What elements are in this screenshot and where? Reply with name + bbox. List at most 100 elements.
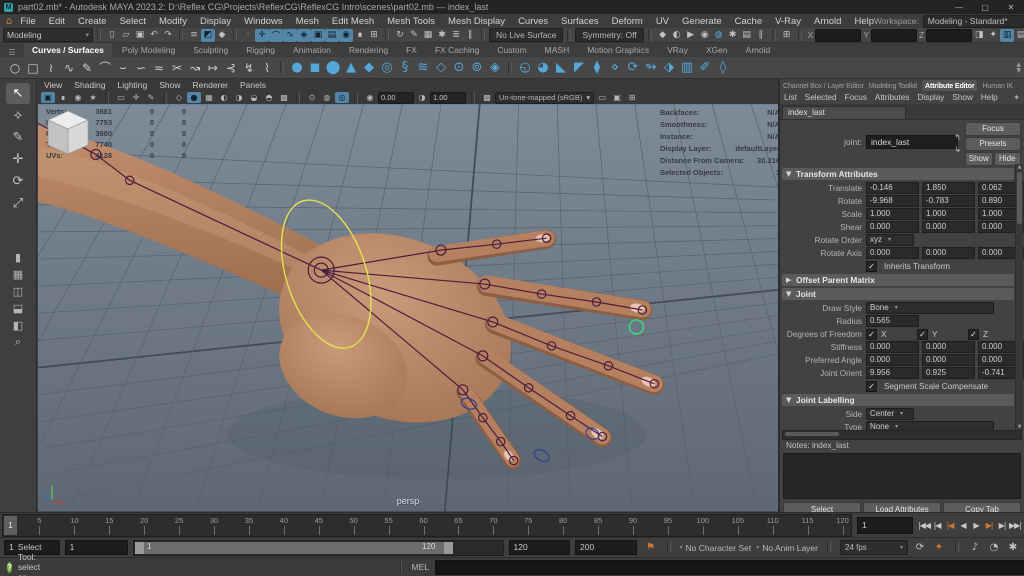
shelf-tab-fx-caching[interactable]: FX Caching	[427, 43, 487, 57]
layout-persp-graph-icon[interactable]: ⬓	[6, 300, 30, 316]
gamma-icon[interactable]: ◑	[415, 92, 429, 103]
menu-mesh[interactable]: Mesh	[296, 16, 319, 27]
sculpt-surface-icon[interactable]: ✐	[696, 59, 714, 77]
ae-menu-help[interactable]: Help	[981, 93, 998, 102]
multisample-icon[interactable]: ▩	[277, 92, 291, 103]
nurbs-cube-icon[interactable]: ◼	[306, 59, 324, 77]
presets-button[interactable]: Presets	[965, 137, 1021, 151]
symmetry-box[interactable]: Symmetry: Off	[575, 28, 643, 42]
fps-dropdown[interactable]: 24 fps▾	[840, 540, 908, 555]
lasso-tool-icon[interactable]: ⟡	[6, 105, 30, 126]
revolve-icon[interactable]: §	[396, 59, 414, 77]
set-key-icon[interactable]: ⚑	[644, 542, 658, 553]
menu-mesh-tools[interactable]: Mesh Tools	[387, 16, 435, 27]
hypershade-icon[interactable]: ◍	[712, 29, 726, 42]
arc-two-point-icon[interactable]: ⌣	[114, 59, 132, 77]
checkbox-inherits-transform[interactable]: ✓	[866, 261, 877, 272]
shear-field[interactable]: 0.000	[866, 221, 919, 233]
textured-icon[interactable]: ▦	[202, 92, 216, 103]
render-setup-icon[interactable]: ▤	[740, 29, 754, 42]
pencil-curve-icon[interactable]: ✎	[78, 59, 96, 77]
animation-prefs-icon[interactable]: ✱	[1006, 542, 1020, 553]
menu-select[interactable]: Select	[120, 16, 146, 27]
birail-icon[interactable]: ⊚	[468, 59, 486, 77]
loft-icon[interactable]: ≋	[414, 59, 432, 77]
shelf-menu-icon[interactable]: ☰	[0, 48, 24, 57]
nurbs-cone-icon[interactable]: ▲	[342, 59, 360, 77]
mute-audio-icon[interactable]: ♪	[968, 542, 982, 553]
workspace-dropdown[interactable]: Modeling - Standard* ▾	[923, 15, 1024, 28]
menu-set-dropdown[interactable]: Modeling▾	[3, 28, 93, 42]
no-live-surface-box[interactable]: No Live Surface	[489, 28, 563, 42]
two-d-pan-zoom-icon[interactable]: ✛	[129, 92, 143, 103]
focus-button[interactable]: Focus	[965, 122, 1021, 136]
pin-icon[interactable]: ✦	[1013, 93, 1020, 102]
use-all-lights-icon[interactable]: ◐	[217, 92, 231, 103]
maximize-button[interactable]: ▢	[972, 3, 998, 12]
menu-modify[interactable]: Modify	[159, 16, 187, 27]
menu-file[interactable]: File	[20, 16, 35, 27]
type-dropdown[interactable]: None▾	[866, 421, 994, 430]
sidebar-channel-box-icon[interactable]: ▥	[1000, 29, 1014, 42]
tab-channel-box-layer-editor[interactable]: Channel Box / Layer Editor	[783, 81, 864, 90]
scale-tool-icon[interactable]: ⤢	[6, 193, 30, 214]
arc-three-point-icon[interactable]: ⌒	[96, 59, 114, 77]
range-slider-track[interactable]: 1 120	[133, 540, 503, 556]
range-end-handle[interactable]	[444, 542, 453, 554]
open-editor-icon[interactable]: ✎	[407, 29, 421, 42]
tab-attribute-editor[interactable]: Attribute Editor	[922, 80, 978, 91]
align-surfaces-icon[interactable]: ⟳	[624, 59, 642, 77]
menu-create[interactable]: Create	[78, 16, 107, 27]
shelf-tab-motion-graphics[interactable]: Motion Graphics	[579, 43, 657, 57]
output-operations-icon[interactable]: ✱	[435, 29, 449, 42]
panel-menu-panels[interactable]: Panels	[240, 80, 266, 90]
insert-knot-icon[interactable]: ↝	[186, 59, 204, 77]
nurbs-circle-icon[interactable]: ○	[6, 59, 24, 77]
menu-curves[interactable]: Curves	[518, 16, 548, 27]
camera-attributes-icon[interactable]: ◉	[71, 92, 85, 103]
layout-single-pane-icon[interactable]: ▮	[6, 249, 30, 265]
checkbox-degrees-of-freedom-x[interactable]: ✓	[866, 329, 877, 340]
trim-tool-icon[interactable]: ◣	[552, 59, 570, 77]
vertical-scrollbar[interactable]: ▲ ▼	[1015, 164, 1023, 430]
step-back-key-button[interactable]: |◀	[944, 521, 956, 530]
rotate-axis-field[interactable]: 0.000	[866, 247, 919, 259]
anim-layer-dropdown[interactable]: ▾No Anim Layer	[756, 543, 818, 553]
go-to-end-button[interactable]: ▶▶|	[1009, 521, 1021, 530]
shelf-tab-rendering[interactable]: Rendering	[341, 43, 396, 57]
shelf-tab-fx[interactable]: FX	[398, 43, 425, 57]
zoom-tool-icon[interactable]: ⌕	[6, 334, 30, 350]
stiffness-field[interactable]: 0.000	[922, 341, 975, 353]
mel-label[interactable]: MEL	[412, 562, 429, 572]
make-live-icon[interactable]: ▤	[325, 29, 339, 42]
shadows-icon[interactable]: ◑	[232, 92, 246, 103]
snap-to-curves-icon[interactable]: ⌒	[269, 29, 283, 42]
ae-menu-display[interactable]: Display	[918, 93, 945, 102]
select-object-icon[interactable]: ◩	[201, 29, 215, 42]
render-icon[interactable]: ◆	[656, 29, 670, 42]
menu-arnold[interactable]: Arnold	[814, 16, 841, 27]
close-button[interactable]: ✕	[998, 3, 1024, 12]
pin-node-icon[interactable]: ↰	[952, 132, 963, 143]
layout-hypershade-icon[interactable]: ◧	[6, 317, 30, 333]
add-points-tool-icon[interactable]: ⌇	[258, 59, 276, 77]
side-dropdown[interactable]: Center▾	[866, 408, 914, 420]
construction-history-icon[interactable]: ↻	[393, 29, 407, 42]
open-close-icon[interactable]: ↬	[642, 59, 660, 77]
section-header-joint-labelling[interactable]: ▼Joint Labelling	[782, 394, 1014, 406]
select-tool-icon[interactable]: ↖	[6, 83, 30, 104]
sidebar-modeling-toolkit-icon[interactable]: ▤	[1014, 29, 1024, 42]
panel-menu-show[interactable]: Show	[159, 80, 180, 90]
character-set-dropdown[interactable]: ▾No Character Set	[680, 543, 752, 553]
sidebar-tool-settings-icon[interactable]: ✦	[986, 29, 1000, 42]
section-header-joint[interactable]: ▼Joint	[782, 288, 1014, 300]
curve-fillet-icon[interactable]: ∽	[132, 59, 150, 77]
snap-to-projected-center-icon[interactable]: ◈	[297, 29, 311, 42]
preferred-angle-field[interactable]: 0.000	[866, 354, 919, 366]
menu-windows[interactable]: Windows	[244, 16, 283, 27]
minimize-button[interactable]: —	[946, 3, 972, 12]
detach-curves-icon[interactable]: ✂	[168, 59, 186, 77]
isolate-select-icon[interactable]: ⊙	[305, 92, 319, 103]
insert-isoparm-icon[interactable]: ⬗	[660, 59, 678, 77]
play-backwards-button[interactable]: ◀	[957, 521, 969, 530]
